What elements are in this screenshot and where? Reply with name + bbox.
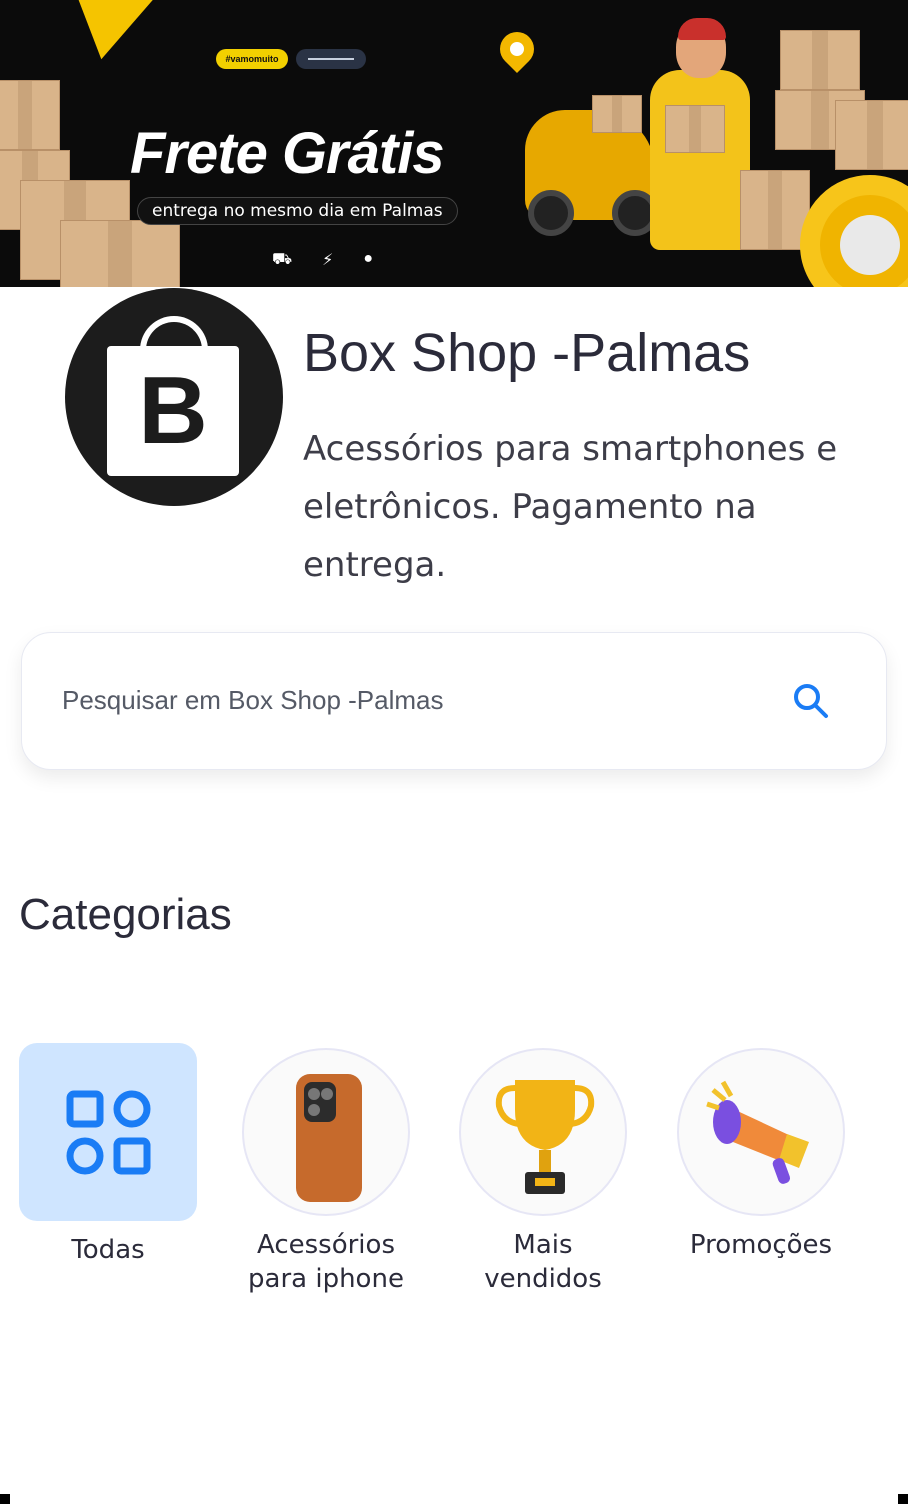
- tape-roll-illustration: [800, 175, 908, 287]
- cardboard-box: [60, 220, 180, 287]
- truck-icon: ⛟: [272, 251, 293, 268]
- category-acessorios-iphone[interactable]: Acessórios para iphone: [237, 1043, 415, 1296]
- screen-corner: [898, 1494, 908, 1504]
- promo-banner[interactable]: #vamomuito Frete Grátis entrega no mesmo…: [0, 0, 908, 287]
- banner-feature-icons: ⛟ ⚡ ●: [272, 250, 373, 270]
- category-label: Acessórios para iphone: [248, 1230, 404, 1294]
- store-name: Box Shop -Palmas: [303, 323, 751, 383]
- banner-subtitle: entrega no mesmo dia em Palmas: [137, 197, 458, 225]
- screen-corner: [0, 1494, 10, 1504]
- cardboard-box: [780, 30, 860, 90]
- cardboard-box: [0, 80, 60, 150]
- category-mais-vendidos[interactable]: Mais vendidos: [454, 1043, 632, 1296]
- search-icon[interactable]: [790, 680, 830, 720]
- category-thumb[interactable]: [242, 1048, 410, 1216]
- delivery-person-illustration: [650, 70, 750, 250]
- search-bar[interactable]: Pesquisar em Box Shop -Palmas: [21, 632, 887, 770]
- store-logo: B: [65, 288, 283, 506]
- category-thumb[interactable]: [19, 1043, 197, 1221]
- grid-icon: [66, 1090, 151, 1175]
- store-description: Acessórios para smartphones e eletrônico…: [303, 429, 838, 585]
- trophy-image: [495, 1080, 595, 1194]
- hashtag-chip: #vamomuito: [216, 49, 288, 69]
- cardboard-box: [592, 95, 642, 133]
- lightning-icon: ⚡: [322, 252, 334, 269]
- shield-icon: ●: [363, 250, 374, 267]
- categories-title: Categorias: [19, 890, 232, 939]
- location-pin-icon: [492, 24, 542, 74]
- cardboard-box: [835, 100, 908, 170]
- category-label: Todas: [71, 1235, 145, 1265]
- category-thumb[interactable]: [459, 1048, 627, 1216]
- scooter-wheel: [528, 190, 574, 236]
- search-input[interactable]: Pesquisar em Box Shop -Palmas: [62, 685, 444, 716]
- decorative-shape: [42, 0, 178, 70]
- arrow-chip: [296, 49, 366, 69]
- logo-letter: B: [138, 357, 208, 464]
- category-todas[interactable]: Todas: [19, 1043, 197, 1267]
- category-label: Promoções: [689, 1230, 833, 1260]
- iphone-case-image: [296, 1074, 362, 1202]
- category-label: Mais vendidos: [484, 1230, 602, 1294]
- banner-title: Frete Grátis: [130, 121, 445, 186]
- category-thumb[interactable]: [677, 1048, 845, 1216]
- delivery-person-cap: [678, 18, 726, 40]
- category-promocoes[interactable]: Promoções: [672, 1043, 850, 1262]
- megaphone-image: [706, 1080, 809, 1184]
- cardboard-box: [665, 105, 725, 153]
